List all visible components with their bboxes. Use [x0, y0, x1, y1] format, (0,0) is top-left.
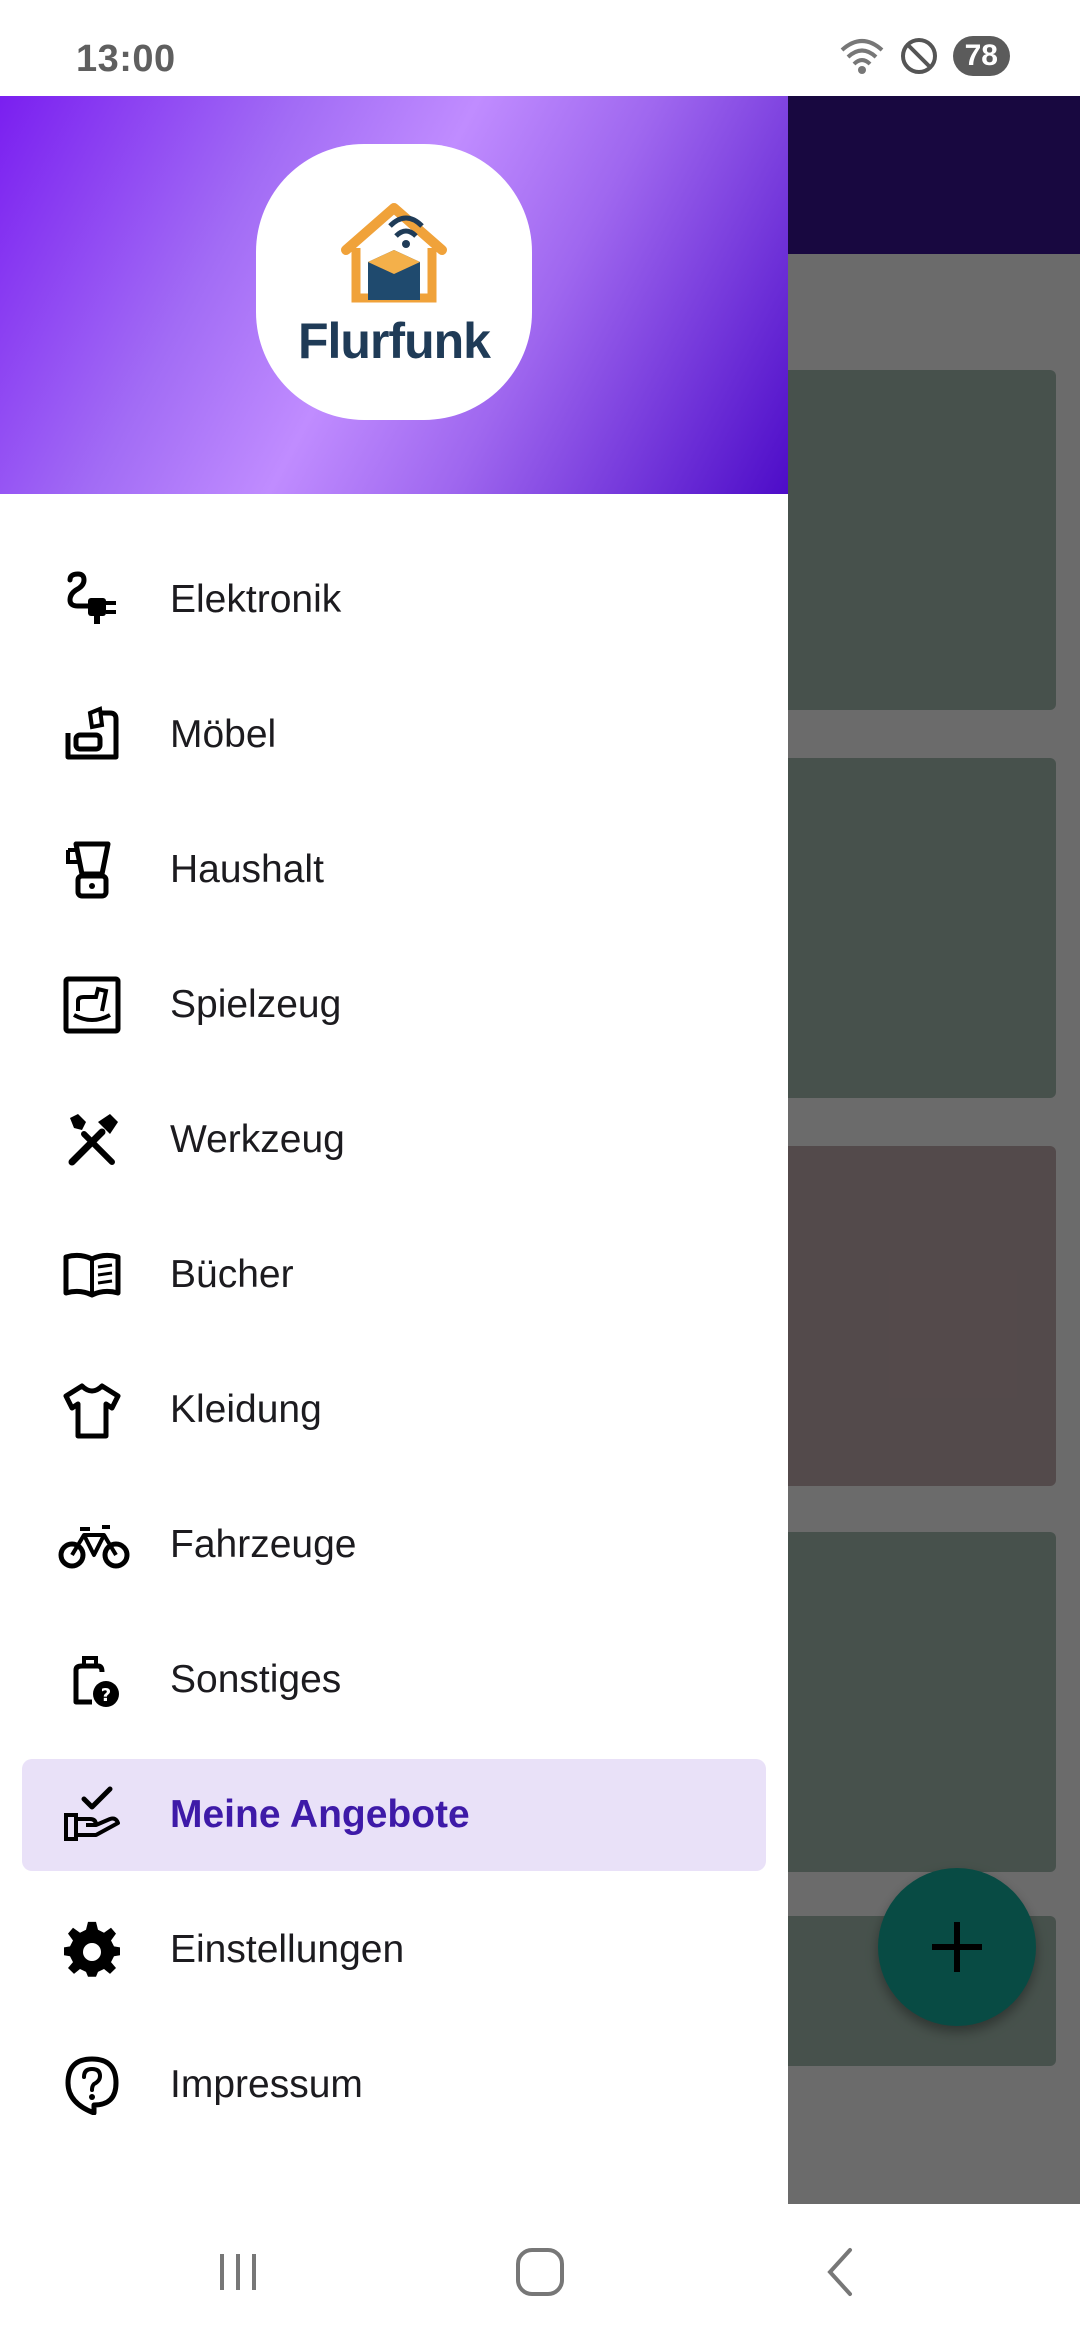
menu-item-einstellungen[interactable]: Einstellungen [22, 1894, 766, 2006]
menu-item-haushalt[interactable]: Haushalt [22, 814, 766, 926]
menu-item-label: Sonstiges [170, 1658, 342, 1701]
hand-check-icon [64, 1786, 120, 1841]
menu-item-label: Meine Angebote [170, 1793, 470, 1836]
plug-icon [67, 571, 116, 624]
status-bar: 13:00 78 [0, 0, 1080, 96]
system-nav-bar [0, 2204, 1080, 2340]
rocking-horse-icon [63, 976, 121, 1034]
bag-question-icon: ? [73, 1656, 119, 1707]
menu-item-label: Elektronik [170, 578, 342, 621]
menu-item-label: Spielzeug [170, 983, 342, 1026]
home-icon[interactable] [508, 2240, 572, 2304]
gear-icon [64, 1921, 120, 1977]
menu-item-buecher[interactable]: Bücher [22, 1219, 766, 1331]
back-icon[interactable] [810, 2240, 874, 2304]
menu-item-label: Werkzeug [170, 1118, 345, 1161]
menu-item-moebel[interactable]: Möbel [22, 679, 766, 791]
menu-item-label: Fahrzeuge [170, 1523, 357, 1566]
menu-item-impressum[interactable]: Impressum [22, 2029, 766, 2141]
menu-item-sonstiges[interactable]: ? Sonstiges [22, 1624, 766, 1736]
do-not-disturb-icon [900, 38, 937, 74]
menu-item-meine-angebote[interactable]: Meine Angebote [22, 1759, 766, 1871]
house-box-logo-icon [341, 203, 447, 303]
menu-item-label: Einstellungen [170, 1928, 405, 1971]
shirt-icon [63, 1383, 121, 1439]
tools-icon [68, 1114, 118, 1166]
menu-item-label: Möbel [170, 713, 277, 756]
drawer-header: Flurfunk [0, 96, 788, 494]
app-logo: Flurfunk [256, 144, 532, 420]
menu-item-label: Impressum [170, 2063, 363, 2106]
navigation-drawer: Flurfunk Elektronik Möbel Haushalt Spiel… [0, 96, 788, 2204]
book-icon [63, 1252, 121, 1298]
recent-apps-icon[interactable] [206, 2240, 270, 2304]
menu-item-kleidung[interactable]: Kleidung [22, 1354, 766, 1466]
menu-item-label: Bücher [170, 1253, 294, 1296]
bicycle-icon [58, 1525, 130, 1569]
blender-icon [66, 841, 111, 899]
help-icon [65, 2056, 119, 2115]
svg-text:?: ? [101, 1685, 111, 1706]
battery-indicator: 78 [952, 36, 1010, 76]
status-icons: 78 [839, 36, 1010, 76]
status-time: 13:00 [76, 38, 176, 80]
menu-item-spielzeug[interactable]: Spielzeug [22, 949, 766, 1061]
logo-text: Flurfunk [298, 313, 491, 369]
furniture-icon [65, 706, 119, 760]
wifi-icon [840, 39, 883, 74]
menu-item-fahrzeuge[interactable]: Fahrzeuge [22, 1489, 766, 1601]
menu-item-elektronik[interactable]: Elektronik [22, 544, 766, 656]
menu-item-werkzeug[interactable]: Werkzeug [22, 1084, 766, 1196]
menu-item-label: Haushalt [170, 848, 324, 891]
menu-item-label: Kleidung [170, 1388, 322, 1431]
